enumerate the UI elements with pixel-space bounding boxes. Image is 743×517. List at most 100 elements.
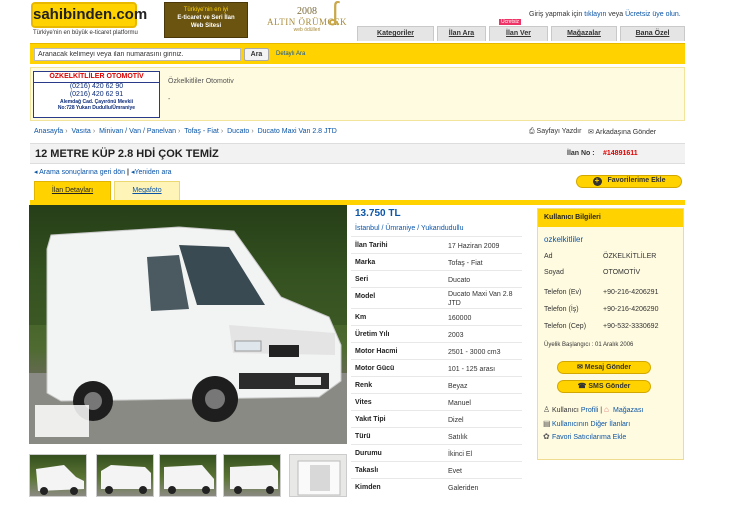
spec-value: 101 - 125 arası — [448, 366, 496, 373]
promo-banner[interactable]: Türkiye'nin en iyi E-ticaret ve Seri İla… — [164, 2, 248, 38]
other-listings-row: ▤Kullanıcının Diğer İlanları — [543, 419, 630, 428]
listing-number-label: İlan No : — [567, 150, 595, 157]
spec-value: Ducato Maxi Van 2.8 JTD — [448, 291, 513, 307]
search-input[interactable] — [34, 48, 241, 61]
spec-label: Motor Hacmi — [355, 348, 398, 355]
spec-value: Manuel — [448, 400, 471, 407]
spec-row: Motor Hacmi 2501 - 3000 cm3 — [351, 342, 522, 359]
tab-megafoto[interactable]: Megafoto — [114, 181, 180, 200]
favorite-icon: ✿ — [543, 432, 550, 441]
printer-icon: ⎙ — [529, 128, 537, 135]
spec-value: 2003 — [448, 332, 464, 339]
spec-label: Üretim Yılı — [355, 331, 390, 338]
store-logo[interactable]: ÖZKELKİTLİLER OTOMOTİV (0216) 420 62 90 … — [33, 71, 160, 118]
tab-ilan-ara[interactable]: İlan Ara — [437, 26, 486, 41]
profile-link[interactable]: Profili — [581, 407, 599, 414]
promo-line-3: Web Sitesi — [190, 23, 222, 29]
phone-icon: ☎ — [577, 383, 589, 390]
send-message-button[interactable]: ✉ Mesaj Gönder — [557, 361, 651, 374]
listing-title-bar: 12 METRE KÜP 2.8 HDİ ÇOK TEMİZ İlan No :… — [30, 143, 685, 164]
spec-value: 17 Haziran 2009 — [448, 243, 500, 250]
detailed-search-link[interactable]: Detaylı Ara — [276, 51, 305, 57]
spec-label: Vites — [355, 399, 372, 406]
tab-magazalar[interactable]: Mağazalar — [551, 26, 617, 41]
spec-label: Yakıt Tipi — [355, 416, 386, 423]
free-badge: Ücretsiz — [499, 19, 522, 25]
user-info-title: Kullanıcı Bilgileri — [538, 209, 683, 227]
listing-location: İstanbul / Ümraniye / Yukarıdudullu — [355, 225, 464, 232]
site-tagline: Türkiye'nin en büyük e-ticaret platformu — [33, 30, 138, 36]
favorite-seller-row: ✿ Favori Satıcılarıma Ekle — [543, 432, 626, 441]
photo-thumbnail[interactable] — [223, 454, 281, 497]
spec-value: İkinci El — [448, 451, 473, 458]
spec-label: İlan Tarihi — [355, 242, 388, 249]
favorite-seller-link[interactable]: Favori Satıcılarıma Ekle — [552, 434, 626, 441]
photo-thumbnail[interactable] — [159, 454, 217, 497]
spec-row: İlan Tarihi 17 Haziran 2009 — [351, 236, 522, 253]
search-bar: Ara Detaylı Ara — [30, 43, 685, 64]
breadcrumb-item[interactable]: Minivan / Van / Panelvan — [99, 128, 176, 135]
photo-thumbnail[interactable] — [29, 454, 87, 497]
spec-row: Vites Manuel — [351, 393, 522, 410]
header: sahibinden.com Türkiye'nin en büyük e-ti… — [0, 0, 743, 44]
listing-number: #14891611 — [603, 150, 638, 157]
plus-icon: + — [592, 177, 602, 186]
van-photo — [29, 205, 347, 444]
other-listings-link[interactable]: Kullanıcının Diğer İlanları — [552, 421, 630, 428]
main-photo[interactable] — [29, 205, 347, 444]
store-name: Özkelkitliler Otomotiv — [168, 78, 234, 85]
signup-link[interactable]: Ücretsiz üye olun. — [625, 11, 681, 18]
send-sms-button[interactable]: ☎ SMS Gönder — [557, 380, 651, 393]
spec-row: Renk Beyaz — [351, 376, 522, 393]
spec-label: Model — [355, 293, 376, 300]
photo-thumbnail[interactable] — [96, 454, 154, 497]
spec-label: Km — [355, 314, 367, 321]
store-logo-phone-1: (0216) 420 62 90 — [69, 83, 124, 90]
store-link[interactable]: Mağazası — [613, 407, 643, 414]
tab-listing-details[interactable]: İlan Detayları — [34, 181, 111, 200]
spec-label: Motor Gücü — [355, 365, 395, 372]
new-search-link[interactable]: Yeniden ara — [134, 169, 171, 176]
login-link[interactable]: tıklayın — [584, 11, 606, 18]
breadcrumb-item[interactable]: Tofaş - Fiat — [184, 128, 219, 135]
spec-value: 2501 - 3000 cm3 — [448, 349, 501, 356]
search-button[interactable]: Ara — [244, 48, 269, 61]
spec-value: Tofaş - Fiat — [448, 260, 483, 267]
promo-line-1: Türkiye'nin en iyi — [183, 7, 229, 13]
location-district[interactable]: Ümraniye — [385, 225, 415, 232]
spec-label: Türü — [355, 433, 371, 440]
list-icon: ▤ — [543, 419, 551, 428]
print-page[interactable]: ⎙ Sayfayı Yazdır — [529, 128, 581, 136]
seller-username[interactable]: ozkelkitliler — [544, 235, 583, 244]
store-logo-address-2: No:728 Yukarı Dudullu/Ümraniye — [57, 105, 136, 111]
spec-row: Türü Satılık — [351, 427, 522, 444]
site-logo[interactable]: sahibinden.com — [31, 2, 147, 28]
spec-label: Kimden — [355, 484, 381, 491]
spec-row: Yakıt Tipi Dizel — [351, 410, 522, 427]
breadcrumb-item[interactable]: Vasıta — [71, 128, 90, 135]
spec-value: Beyaz — [448, 383, 468, 390]
tab-bana-ozel[interactable]: Bana Özel — [620, 26, 685, 41]
location-neighborhood[interactable]: Yukarıdudullu — [421, 225, 463, 232]
user-links-row: ♙ Kullanıcı Profili | ⌂ Mağazası — [543, 405, 644, 414]
send-to-friend[interactable]: ✉ Arkadaşına Gönder — [588, 128, 656, 136]
login-prompt: Giriş yapmak için tıklayın veya Ücretsiz… — [529, 11, 681, 18]
award-name: ALTIN ÖRÜMCEK — [267, 17, 347, 27]
back-to-results-link[interactable]: Arama sonuçlarına geri dön — [39, 169, 125, 176]
spec-label: Marka — [355, 259, 376, 266]
spec-label: Takaslı — [355, 467, 379, 474]
breadcrumb-item[interactable]: Anasayfa — [34, 128, 63, 135]
photo-thumbnail[interactable] — [289, 454, 347, 497]
spec-label: Durumu — [355, 450, 382, 457]
tab-kategoriler[interactable]: Kategoriler — [357, 26, 434, 41]
add-to-favorites-button[interactable]: + Favorilerime Ekle — [576, 175, 682, 188]
breadcrumb-item[interactable]: Ducato — [227, 128, 249, 135]
spec-value: Evet — [448, 468, 463, 475]
breadcrumb-item[interactable]: Ducato Maxi Van 2.8 JTD — [258, 128, 337, 135]
tab-ilan-ver[interactable]: İlan Ver — [489, 26, 548, 41]
back-nav: ◂ Arama sonuçlarına geri dön | ◂Yeniden … — [34, 169, 172, 176]
store-logo-phone-2: (0216) 420 62 91 — [69, 91, 124, 98]
location-city[interactable]: İstanbul — [355, 225, 380, 232]
spec-value: 160000 — [448, 315, 472, 322]
spec-row: Motor Gücü 101 - 125 arası — [351, 359, 522, 376]
